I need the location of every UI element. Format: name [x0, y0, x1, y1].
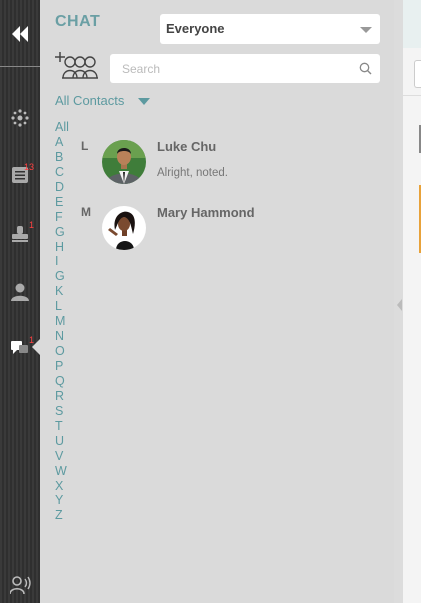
- search-input[interactable]: [120, 54, 354, 83]
- alphabet-index-letter[interactable]: T: [55, 419, 73, 434]
- alphabet-index-letter[interactable]: E: [55, 195, 73, 210]
- main-pane-header: [403, 0, 421, 48]
- contacts-filter-label: All Contacts: [55, 93, 125, 108]
- tasks-badge: 13: [24, 162, 35, 172]
- add-group-button[interactable]: [54, 52, 102, 85]
- chevron-down-icon: [360, 27, 372, 33]
- alphabet-index-letter[interactable]: W: [55, 464, 73, 479]
- audience-select-value: Everyone: [166, 21, 225, 36]
- contact-name: Mary Hammond: [157, 205, 255, 220]
- stamp-approval-icon[interactable]: [10, 224, 30, 244]
- alphabet-index-letter[interactable]: I: [55, 254, 73, 269]
- contact-name: Luke Chu: [157, 139, 217, 154]
- chevron-left-icon: [397, 299, 402, 311]
- contact-last-message: Alright, noted.: [157, 167, 228, 179]
- chevron-down-icon: [138, 98, 150, 106]
- avatar: [102, 140, 146, 184]
- search-icon[interactable]: [359, 62, 372, 75]
- left-rail: 13 1 1: [0, 0, 40, 603]
- dashboard-icon[interactable]: [10, 108, 30, 128]
- divider: [403, 95, 421, 96]
- alphabet-index-letter[interactable]: V: [55, 449, 73, 464]
- alphabet-index-letter[interactable]: U: [55, 434, 73, 449]
- alphabet-index-letter[interactable]: S: [55, 404, 73, 419]
- collapse-rail-button[interactable]: [0, 0, 40, 67]
- panel-splitter[interactable]: [394, 0, 403, 603]
- alphabet-index-letter[interactable]: R: [55, 389, 73, 404]
- contact-group-letter: M: [81, 205, 91, 219]
- alphabet-index-letter[interactable]: N: [55, 329, 73, 344]
- alphabet-index-letter[interactable]: H: [55, 240, 73, 255]
- add-group-icon: [55, 52, 98, 79]
- user-profile-icon[interactable]: [10, 282, 30, 302]
- audience-select[interactable]: Everyone: [160, 14, 380, 44]
- alphabet-index-letter[interactable]: F: [55, 210, 73, 225]
- approvals-badge: 1: [29, 220, 35, 230]
- double-chevron-left-icon: [12, 26, 28, 42]
- alphabet-index-letter[interactable]: L: [55, 299, 73, 314]
- main-pane-input[interactable]: [414, 60, 421, 88]
- alphabet-index-letter[interactable]: B: [55, 150, 73, 165]
- alphabet-index-letter[interactable]: X: [55, 479, 73, 494]
- alphabet-index-letter[interactable]: O: [55, 344, 73, 359]
- alphabet-index-letter[interactable]: D: [55, 180, 73, 195]
- search-box: [110, 54, 380, 83]
- alphabet-index-letter[interactable]: P: [55, 359, 73, 374]
- alphabet-index-letter[interactable]: G: [55, 225, 73, 240]
- contacts-filter-dropdown[interactable]: All Contacts: [55, 93, 150, 108]
- alphabet-index-letter[interactable]: G: [55, 269, 73, 284]
- alphabet-index-letter[interactable]: Z: [55, 508, 73, 523]
- active-indicator: [32, 339, 40, 355]
- alphabet-index-letter[interactable]: C: [55, 165, 73, 180]
- alphabet-index: All A B C D E F G H I G K L M N O P Q R S T U V W X Y Z: [55, 120, 73, 523]
- alphabet-index-letter[interactable]: K: [55, 284, 73, 299]
- voice-contact-icon[interactable]: [9, 575, 31, 595]
- alphabet-index-letter[interactable]: M: [55, 314, 73, 329]
- alphabet-index-letter[interactable]: Q: [55, 374, 73, 389]
- panel-title: CHAT: [55, 13, 101, 30]
- chat-panel: CHAT Everyone All Contacts AllABCDEFGHIG…: [40, 0, 394, 603]
- alphabet-index-letter[interactable]: A: [55, 135, 73, 150]
- avatar: [102, 206, 146, 250]
- alphabet-index-letter[interactable]: Y: [55, 493, 73, 508]
- contact-group-letter: L: [81, 139, 89, 153]
- chat-bubbles-icon[interactable]: [10, 338, 30, 358]
- alphabet-index-letter[interactable]: All: [55, 120, 73, 135]
